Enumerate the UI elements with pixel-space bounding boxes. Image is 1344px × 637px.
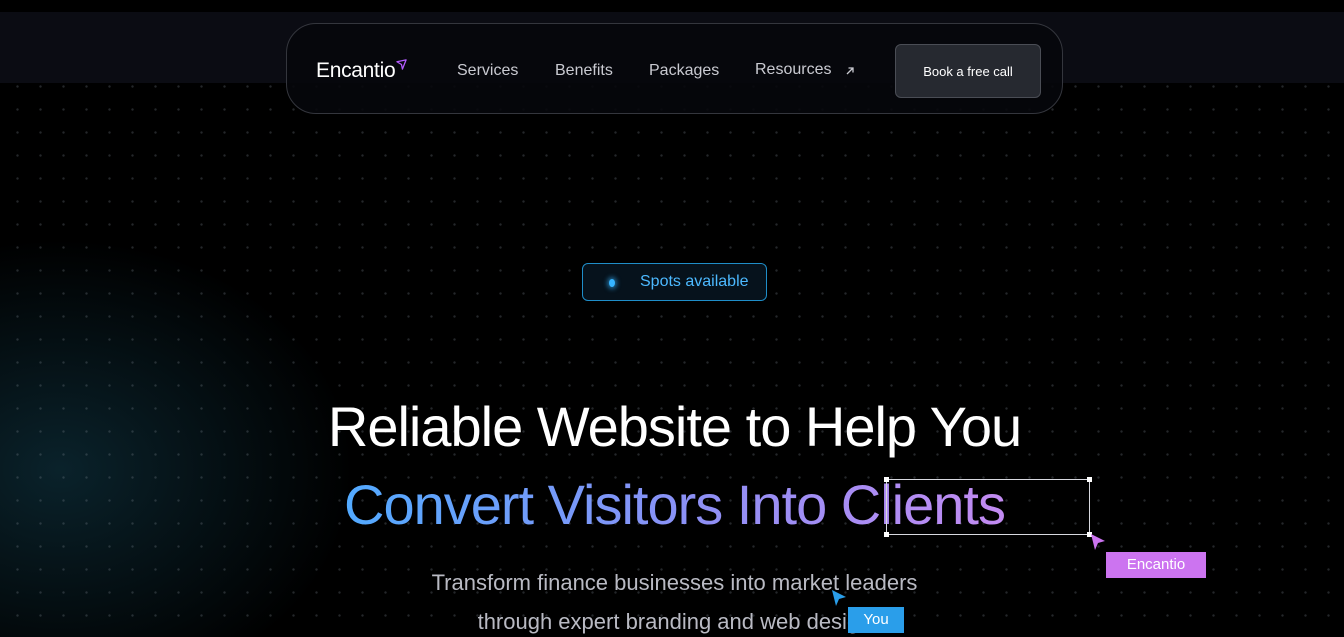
badge-label: Spots available	[640, 273, 749, 290]
you-cursor-tag: You	[848, 607, 904, 633]
logo-text: Encantio	[316, 59, 396, 82]
nav-link-resources[interactable]: Resources	[755, 59, 831, 81]
encantio-cursor-icon	[1091, 534, 1105, 550]
logo[interactable]: Encantio	[316, 57, 408, 85]
status-dot-icon	[609, 279, 615, 287]
selection-box	[886, 479, 1090, 535]
paper-plane-icon	[396, 59, 408, 70]
selection-handle	[1087, 477, 1092, 482]
external-link-arrow-icon	[846, 67, 854, 75]
landing-page: Encantio Services Benefits Packages Reso…	[0, 0, 1344, 637]
subtitle-line-2: through expert branding and web design	[477, 609, 872, 634]
nav-link-benefits[interactable]: Benefits	[555, 60, 613, 82]
selection-handle	[884, 532, 889, 537]
encantio-cursor-tag: Encantio	[1106, 552, 1206, 578]
you-cursor-icon	[832, 590, 846, 606]
book-call-button[interactable]: Book a free call	[895, 44, 1041, 98]
headline-line-1: Reliable Website to Help You	[327, 395, 1022, 458]
nav-link-packages[interactable]: Packages	[649, 60, 719, 82]
headline-line-2: Convert Visitors Into Clients	[0, 470, 1344, 540]
spots-available-badge: Spots available	[582, 263, 767, 301]
selection-handle	[884, 477, 889, 482]
navbar: Encantio Services Benefits Packages Reso…	[286, 23, 1063, 114]
nav-link-services[interactable]: Services	[457, 60, 518, 82]
